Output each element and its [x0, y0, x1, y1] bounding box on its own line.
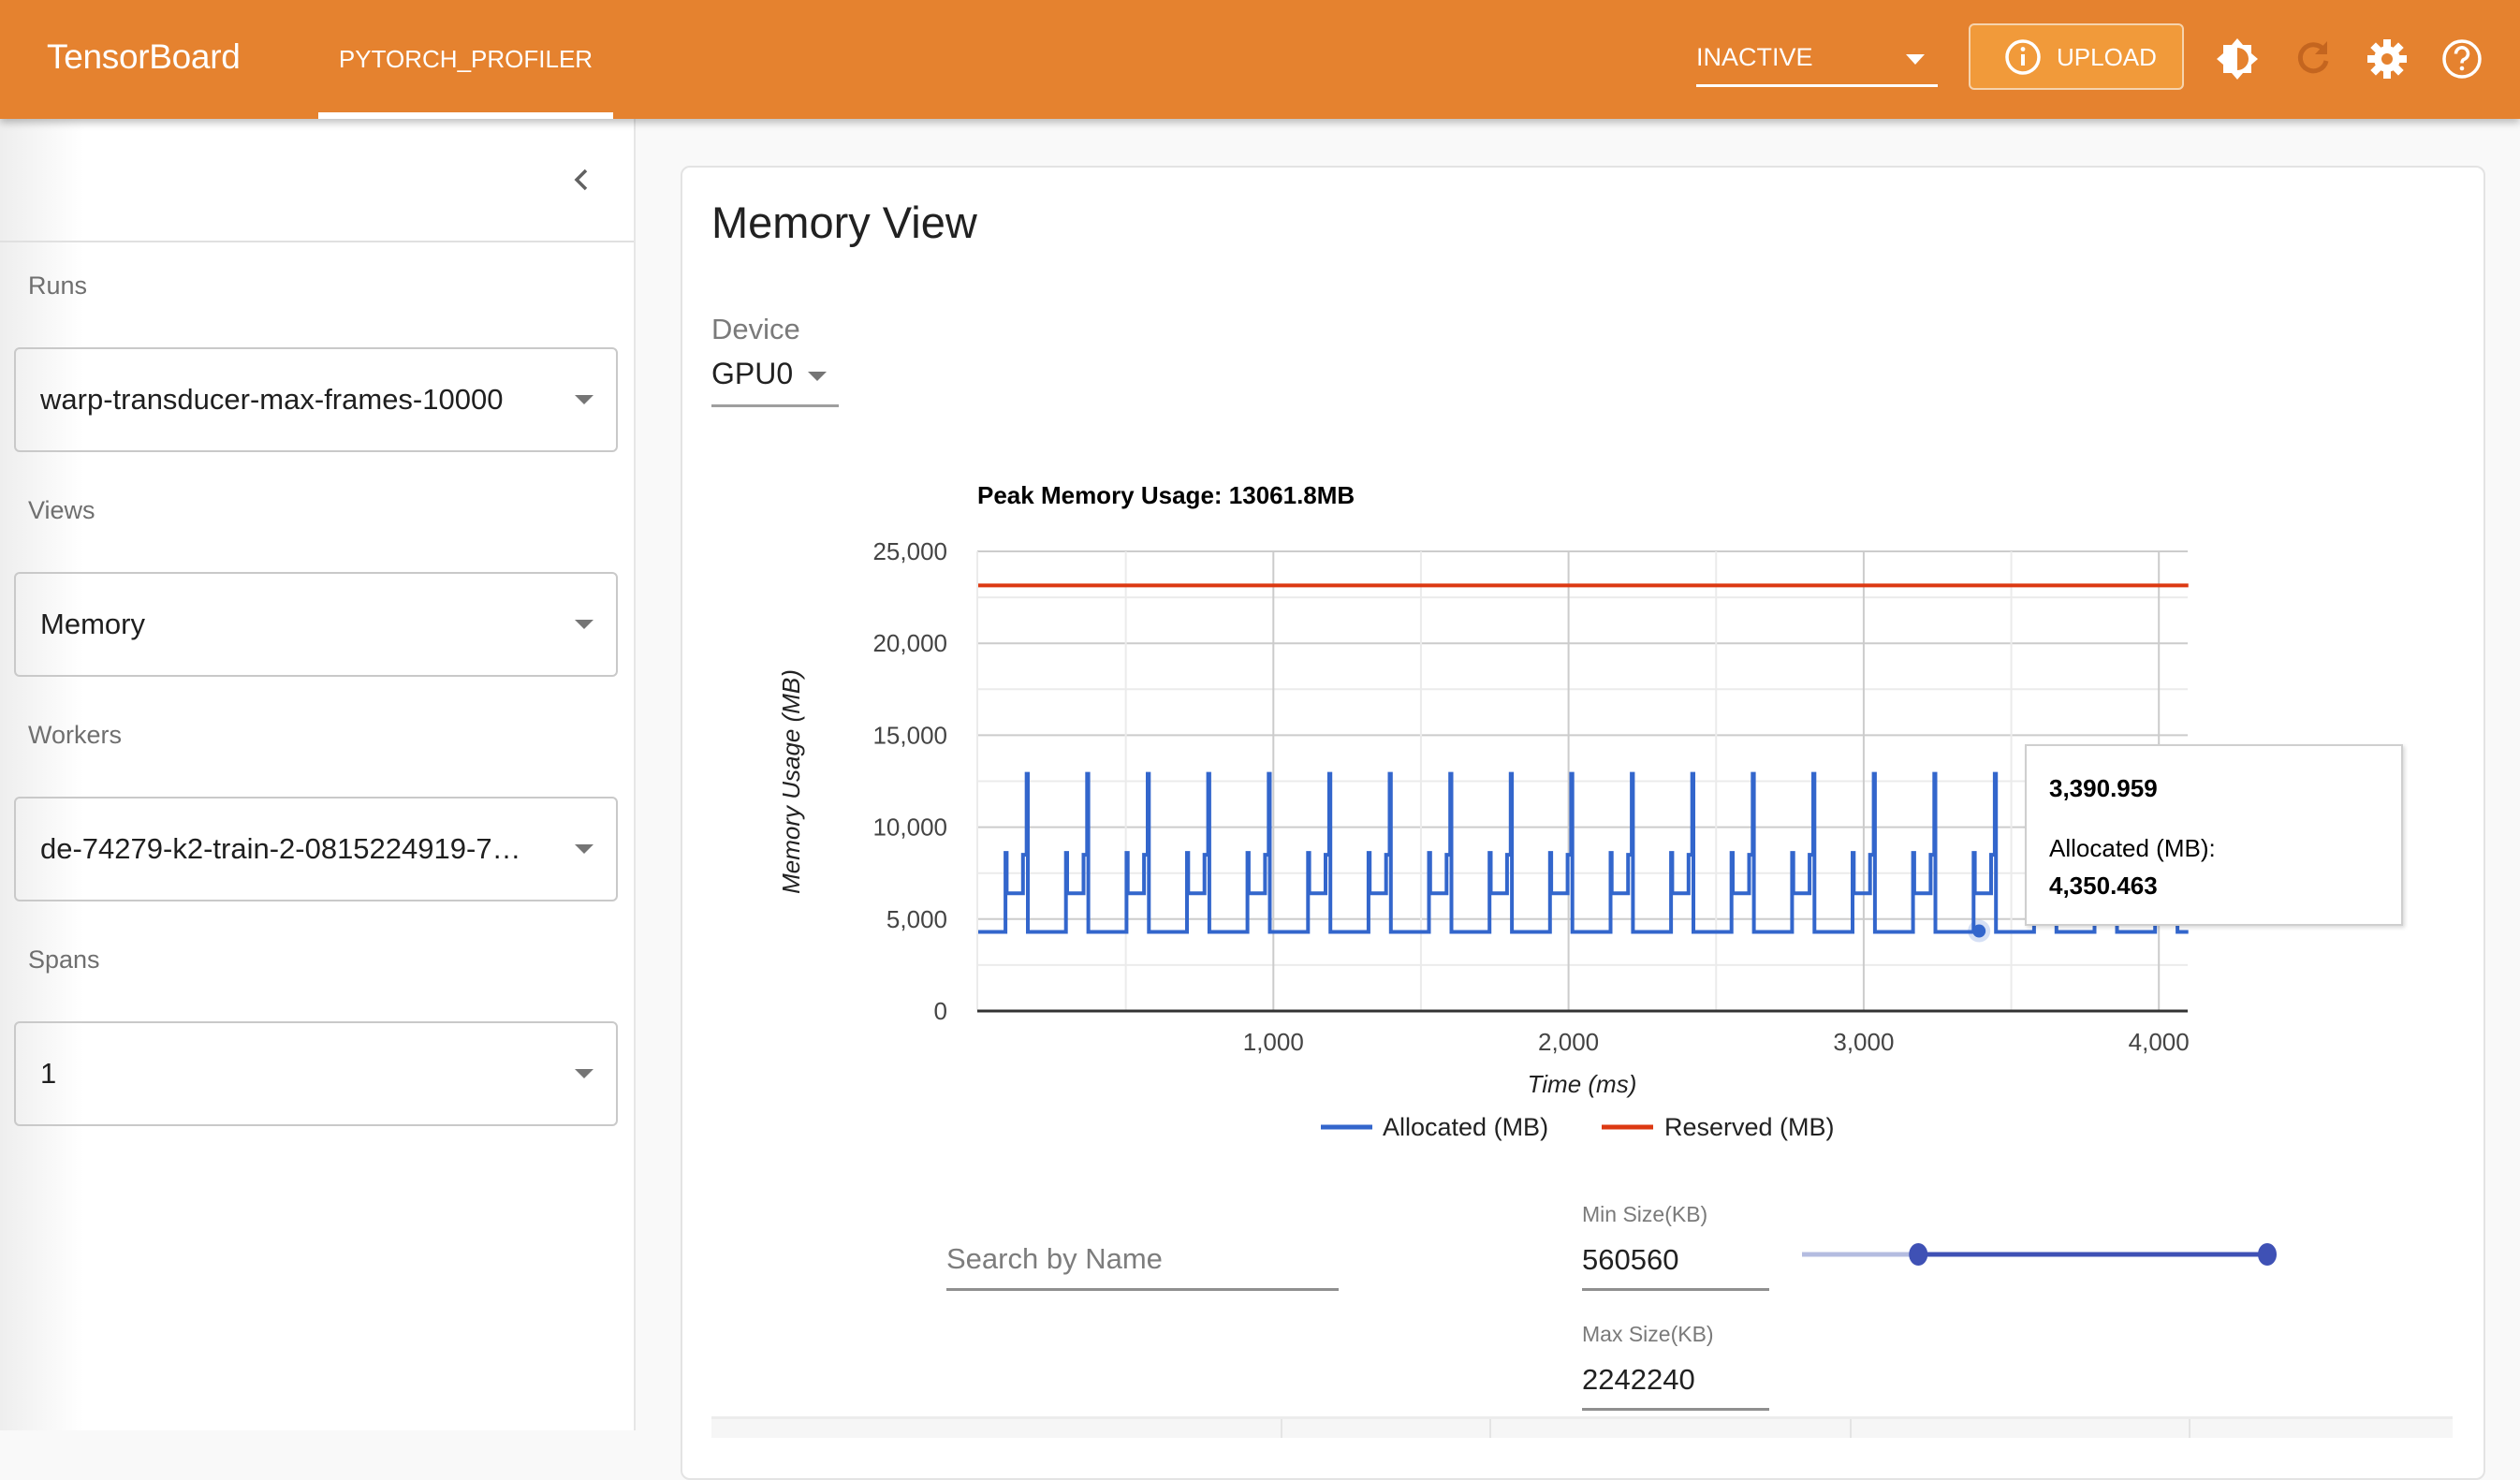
- help-icon[interactable]: [2439, 36, 2485, 82]
- views-select-value: Memory: [40, 608, 145, 640]
- views-label: Views: [28, 496, 95, 524]
- size-range-slider[interactable]: [1802, 1236, 2284, 1273]
- column-divider: [1281, 1419, 1282, 1438]
- tooltip-x-value: 3,390.959: [2049, 774, 2158, 802]
- info-icon: [2005, 39, 2041, 75]
- tooltip-y-value: 4,350.463: [2049, 872, 2158, 900]
- sidebar: [0, 119, 636, 1430]
- search-by-name-input[interactable]: [946, 1234, 1339, 1284]
- column-divider: [1850, 1419, 1852, 1438]
- runs-select[interactable]: warp-transducer-max-frames-10000: [14, 347, 618, 452]
- device-select[interactable]: GPU0: [711, 354, 839, 407]
- chevron-left-icon[interactable]: [562, 157, 599, 204]
- brightness-icon[interactable]: [2214, 36, 2261, 82]
- device-select-value: GPU0: [711, 357, 794, 390]
- tab-pytorch-profiler[interactable]: PYTORCH_PROFILER: [318, 0, 613, 119]
- refresh-icon[interactable]: [2290, 36, 2337, 82]
- upload-button-label: UPLOAD: [2057, 43, 2157, 71]
- spans-label: Spans: [28, 945, 100, 974]
- slider-thumb-min[interactable]: [1909, 1243, 1928, 1266]
- max-size-field[interactable]: [1582, 1355, 1769, 1411]
- slider-thumb-max[interactable]: [2258, 1243, 2277, 1266]
- workers-select-value: de-74279-k2-train-2-0815224919-7…: [40, 832, 521, 865]
- dropdown-arrow-icon: [1906, 54, 1925, 65]
- chart-tooltip: 3,390.959 Allocated (MB): 4,350.463: [2025, 744, 2403, 926]
- dropdown-arrow-icon: [575, 1069, 593, 1078]
- device-label: Device: [711, 313, 800, 345]
- runs-select-value: warp-transducer-max-frames-10000: [40, 383, 504, 416]
- memory-table-header: [711, 1416, 2453, 1438]
- workers-label: Workers: [28, 721, 123, 749]
- column-divider: [1489, 1419, 1491, 1438]
- min-size-field[interactable]: [1582, 1236, 1769, 1291]
- dropdown-arrow-icon: [575, 620, 593, 629]
- max-size-label: Max Size(KB): [1582, 1322, 1714, 1346]
- spans-select[interactable]: 1: [14, 1021, 618, 1126]
- tooltip-series-label: Allocated (MB):: [2049, 834, 2216, 862]
- min-size-input[interactable]: [1582, 1236, 1769, 1284]
- dropdown-arrow-icon: [575, 395, 593, 404]
- active-tab-indicator: [318, 112, 613, 119]
- plugin-select-value: INACTIVE: [1696, 43, 1813, 71]
- sidebar-divider: [0, 241, 634, 242]
- workers-select[interactable]: de-74279-k2-train-2-0815224919-7…: [14, 797, 618, 901]
- dropdown-arrow-icon: [808, 372, 827, 381]
- max-size-input[interactable]: [1582, 1355, 1769, 1404]
- views-select[interactable]: Memory: [14, 572, 618, 677]
- page-title: Memory View: [711, 198, 977, 247]
- column-divider: [2189, 1419, 2190, 1438]
- min-size-label: Min Size(KB): [1582, 1202, 1708, 1226]
- settings-icon[interactable]: [2364, 36, 2410, 82]
- upload-button[interactable]: UPLOAD: [1969, 23, 2184, 90]
- plugin-select-dropdown[interactable]: INACTIVE: [1696, 37, 1938, 87]
- spans-select-value: 1: [40, 1057, 57, 1090]
- runs-label: Runs: [28, 271, 88, 300]
- top-app-bar: TensorBoard PYTORCH_PROFILER INACTIVE UP…: [0, 0, 2520, 119]
- dropdown-arrow-icon: [575, 844, 593, 854]
- app-logo-title: TensorBoard: [47, 37, 241, 76]
- search-by-name-field[interactable]: [946, 1234, 1339, 1291]
